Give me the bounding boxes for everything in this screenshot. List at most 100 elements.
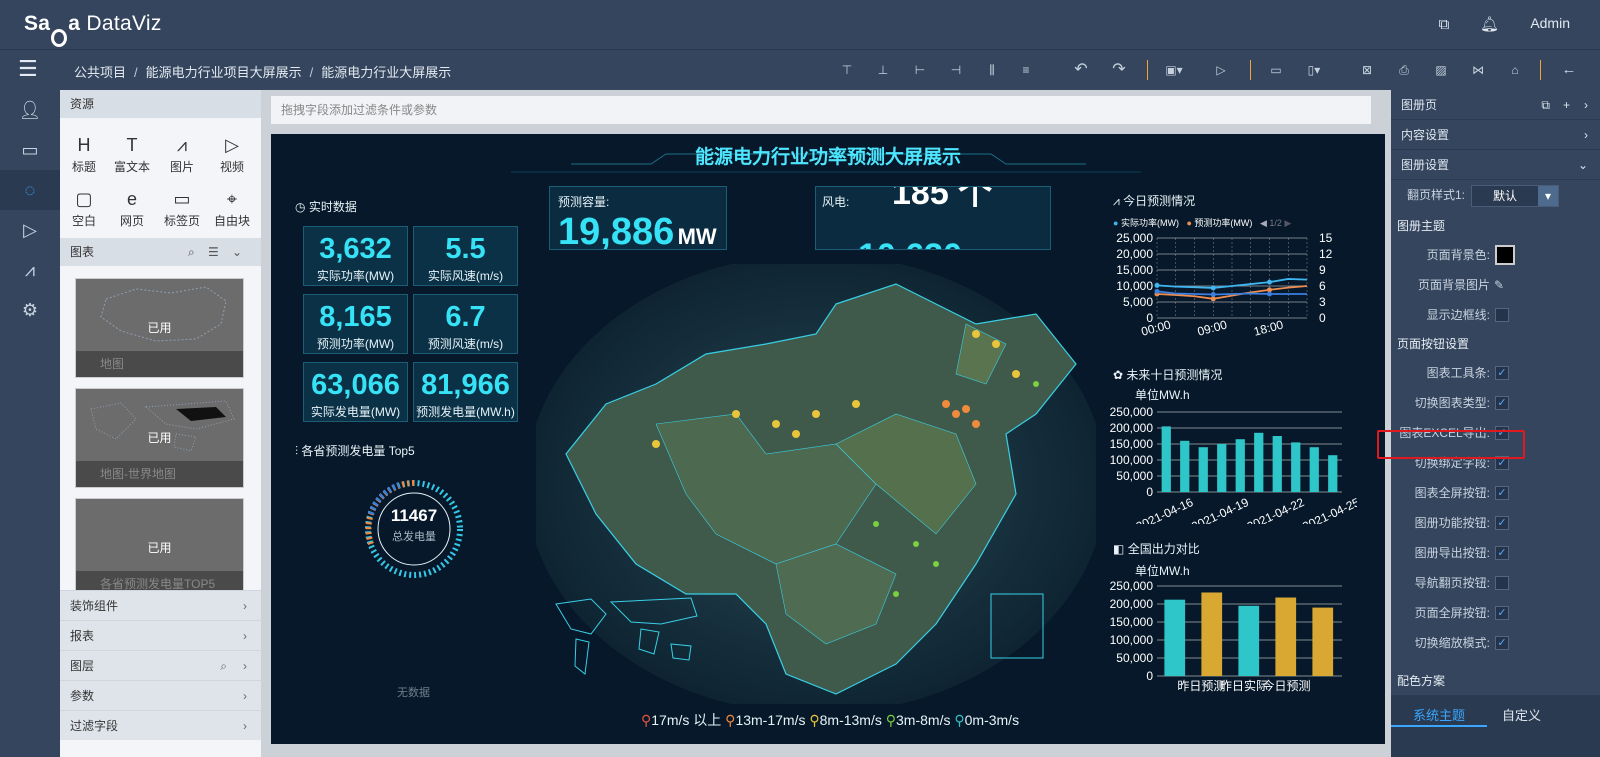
chart-thumb[interactable]: 已用 地图-世界地图 [75, 388, 244, 488]
tag-icon[interactable]: ⌂ [1506, 61, 1524, 79]
share-icon[interactable]: ⋈ [1469, 61, 1487, 79]
play-icon[interactable]: ▷ [1212, 61, 1230, 79]
album-settings[interactable]: 图册设置 ⌄ [1391, 150, 1600, 180]
content-settings[interactable]: 内容设置 › [1391, 120, 1600, 150]
breadcrumb-item[interactable]: 能源电力行业项目大屏展示 [146, 65, 302, 80]
next-page-icon[interactable]: ▶ [1284, 218, 1291, 228]
filter-dropzone[interactable]: 拖拽字段添加过滤条件或参数 [271, 96, 1371, 124]
legend-item[interactable]: ⚲8m-13m/s [809, 712, 882, 728]
distribute-vertical-icon[interactable]: ≡ [1017, 61, 1035, 79]
mobile-icon[interactable]: ▯▾ [1305, 61, 1323, 79]
undo-icon[interactable]: ↶ [1072, 61, 1090, 79]
breadcrumb-item[interactable]: 公共项目 [74, 65, 126, 80]
tab-system-theme[interactable]: 系统主题 [1413, 705, 1465, 724]
bar [1275, 597, 1297, 676]
option-checkbox[interactable]: ✓ [1495, 396, 1509, 410]
save-icon[interactable]: ▣▾ [1165, 61, 1183, 79]
y-tick-label: 0 [1146, 485, 1153, 499]
nav-dashboard-icon[interactable]: ◌ [0, 170, 60, 210]
distribute-horizontal-icon[interactable]: ⫼ [983, 61, 1001, 79]
breadcrumb-item[interactable]: 能源电力行业大屏展示 [321, 65, 451, 80]
option-checkbox[interactable]: ✓ [1495, 636, 1509, 650]
resource-image[interactable]: ⩘ 图片 [160, 132, 204, 175]
align-top-icon[interactable]: ⊤ [838, 61, 856, 79]
external-link-icon[interactable]: ⧉ [1435, 16, 1453, 34]
back-arrow-icon[interactable]: ← [1560, 61, 1578, 79]
chart-thumb[interactable]: 已用 各省预测发电量TOP5 [75, 498, 244, 598]
option-checkbox[interactable] [1495, 576, 1509, 590]
align-right-icon[interactable]: ⊣ [947, 61, 965, 79]
y2-tick-label: 15 [1319, 231, 1333, 245]
bar [1328, 455, 1338, 492]
resource-webpage[interactable]: e 网页 [110, 186, 154, 229]
national-chart[interactable]: 250,000 200,000 150,000 100,000 50,000 0 昨日预测昨… [1097, 578, 1357, 708]
wind-value-partial: 10,630 [858, 237, 962, 249]
legend-item[interactable]: ● 实际功率(MW) [1113, 218, 1179, 228]
nav-monitor-icon[interactable]: ▭ [0, 130, 60, 170]
accordion-filter-fields[interactable]: 过滤字段 › [60, 710, 261, 740]
nav-chart-icon[interactable]: ⩘ [0, 250, 60, 290]
legend-item[interactable]: ● 预测功率(MW) [1186, 218, 1252, 228]
legend-item[interactable]: ⚲13m-17m/s [725, 712, 805, 728]
kpi-card: 8,165 预测功率(MW) [303, 294, 408, 354]
search-icon[interactable]: ⌕ [188, 238, 195, 266]
bg-color-swatch[interactable] [1495, 245, 1515, 265]
card-icon[interactable]: ▭ [1267, 61, 1285, 79]
option-checkbox[interactable]: ✓ [1495, 516, 1509, 530]
tab-custom[interactable]: 自定义 [1502, 705, 1541, 724]
prev-page-icon[interactable]: ◀ [1260, 218, 1267, 228]
option-checkbox[interactable]: ✓ [1495, 366, 1509, 380]
edit-icon[interactable]: ✎ [1494, 270, 1504, 300]
accordion-layer[interactable]: 图层 ⌕ › [60, 650, 261, 680]
accordion-report[interactable]: 报表 › [60, 620, 261, 650]
copy-icon[interactable]: ⧉ [1541, 90, 1550, 120]
tenday-label: ✿ 未来十日预测情况 [1113, 368, 1223, 382]
image-icon[interactable]: ▨ [1432, 61, 1450, 79]
chevron-right-icon[interactable]: › [1584, 90, 1588, 120]
resource-tabs[interactable]: ▭ 标签页 [160, 186, 204, 229]
align-bottom-icon[interactable]: ⊥ [874, 61, 892, 79]
nav-user-icon[interactable]: 👤︎ [0, 90, 60, 130]
legend-item[interactable]: ⚲17m/s 以上 [641, 712, 721, 728]
resource-video[interactable]: ▷ 视频 [210, 132, 254, 175]
legend-item[interactable]: ⚲0m-3m/s [954, 712, 1019, 728]
border-checkbox[interactable] [1495, 308, 1509, 322]
bar [1217, 444, 1227, 492]
bell-icon[interactable]: 🔔︎ [1480, 16, 1499, 34]
user-menu[interactable]: Admin [1530, 15, 1570, 31]
option-checkbox[interactable]: ✓ [1495, 606, 1509, 620]
chevron-down-icon[interactable]: ⌄ [232, 238, 242, 266]
list-icon[interactable]: ☰ [208, 238, 219, 266]
pdf-icon[interactable]: ⎙ [1395, 61, 1413, 79]
today-legend: ● 实际功率(MW) ● 预测功率(MW) ◀ 1/2 ▶ [1113, 218, 1292, 228]
bar [1235, 439, 1245, 492]
kpi-card: 5.5 实际风速(m/s) [413, 226, 518, 286]
capacity-card: 预测容量: 19,886 MW [549, 186, 727, 250]
app-logo[interactable]: SaCa DataViz [24, 12, 162, 47]
resource-title[interactable]: H 标题 [62, 132, 106, 175]
kpi-card: 81,966 预测发电量(MW.h) [413, 362, 518, 422]
x-tick-label: 2021-04-22 [1245, 495, 1307, 524]
resource-freeblock[interactable]: ⌖ 自由块 [210, 186, 254, 229]
resource-blank[interactable]: ▢ 空白 [62, 186, 106, 229]
option-checkbox[interactable]: ✓ [1495, 546, 1509, 560]
accordion-decoration[interactable]: 装饰组件 › [60, 590, 261, 620]
today-chart[interactable]: 25,000 1520,000 1215,000 910,000 65,000 30 000… [1097, 230, 1357, 346]
resource-richtext[interactable]: T 富文本 [110, 132, 154, 175]
nav-play-icon[interactable]: ▷ [0, 210, 60, 250]
option-checkbox[interactable]: ✓ [1495, 486, 1509, 500]
accordion-params[interactable]: 参数 › [60, 680, 261, 710]
align-left-icon[interactable]: ⊢ [911, 61, 929, 79]
bar [1272, 436, 1282, 492]
excel-icon[interactable]: ⊠ [1358, 61, 1376, 79]
hamburger-menu-icon[interactable]: ☰ [18, 58, 38, 80]
chart-thumb[interactable]: 已用 地图 [75, 278, 244, 378]
tenday-chart[interactable]: 250,000200,000150,000100,00050,00002021-… [1097, 404, 1357, 524]
nav-settings-icon[interactable]: ⚙︎ [0, 290, 60, 330]
plus-icon[interactable]: + [1563, 90, 1570, 120]
option-row: 导航翻页按钮: [1391, 568, 1600, 598]
page-style-select[interactable]: 默认 ▾ [1471, 185, 1559, 207]
redo-icon[interactable]: ↷ [1110, 61, 1128, 79]
chevron-right-icon: › [243, 629, 247, 643]
legend-item[interactable]: ⚲3m-8m/s [886, 712, 951, 728]
